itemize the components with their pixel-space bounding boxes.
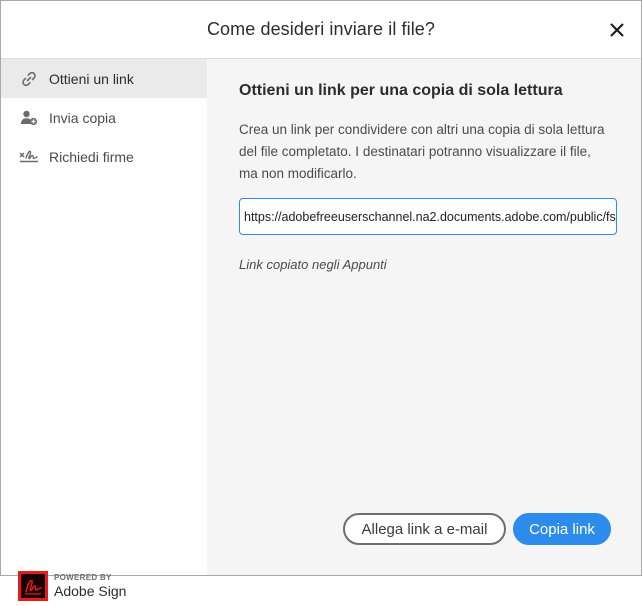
sidebar: Ottieni un link Invia copia Richiedi fir…	[1, 59, 207, 601]
link-icon	[19, 70, 39, 88]
dialog-title: Come desideri inviare il file?	[206, 19, 436, 39]
sidebar-item-label: Ottieni un link	[49, 70, 134, 87]
sidebar-item-request-signatures[interactable]: Richiedi firme	[1, 137, 207, 176]
link-field[interactable]	[239, 198, 617, 235]
add-person-icon	[19, 109, 39, 127]
brand-name: Adobe Sign	[54, 582, 127, 599]
powered-by-label: POWERED BY	[54, 572, 112, 582]
signature-icon	[19, 148, 39, 166]
sidebar-item-get-link[interactable]: Ottieni un link	[1, 59, 207, 98]
content-panel: Ottieni un link per una copia di sola le…	[207, 59, 641, 575]
sidebar-item-label: Invia copia	[49, 109, 116, 126]
link-copied-note: Link copiato negli Appunti	[239, 257, 387, 272]
attach-link-email-button[interactable]: Allega link a e-mail	[343, 513, 506, 545]
sidebar-item-send-copy[interactable]: Invia copia	[1, 98, 207, 137]
dialog-header: Come desideri inviare il file?	[1, 1, 641, 59]
content-description: Crea un link per condividere con altri u…	[239, 122, 605, 181]
send-file-dialog: Come desideri inviare il file? Ottieni u…	[0, 0, 642, 601]
sidebar-item-label: Richiedi firme	[49, 148, 134, 165]
copy-link-button[interactable]: Copia link	[513, 513, 611, 545]
close-icon[interactable]	[607, 20, 627, 40]
content-title: Ottieni un link per una copia di sola le…	[239, 82, 563, 99]
